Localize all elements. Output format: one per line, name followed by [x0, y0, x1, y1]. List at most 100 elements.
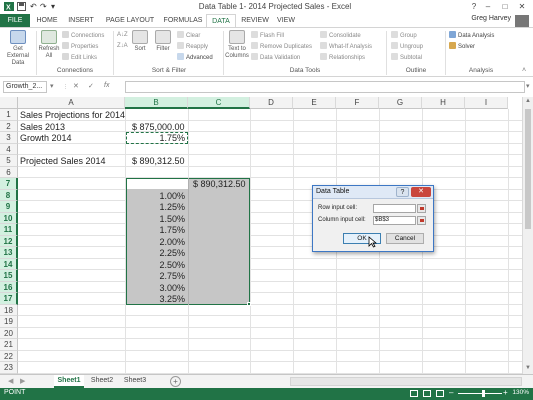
- sheet-tab-sheet3[interactable]: Sheet3: [120, 375, 150, 388]
- zoom-slider[interactable]: [458, 393, 502, 394]
- cell-b15[interactable]: 2.75%: [127, 271, 185, 282]
- row-header-13[interactable]: 13: [0, 247, 18, 259]
- solver-button[interactable]: Solver: [449, 42, 475, 52]
- cell-b8[interactable]: 1.00%: [127, 191, 185, 202]
- page-break-view-icon[interactable]: [436, 390, 444, 397]
- subtotal-button[interactable]: Subtotal: [391, 53, 422, 63]
- row-header-5[interactable]: 5: [0, 155, 18, 167]
- row-header-11[interactable]: 11: [0, 224, 18, 236]
- page-layout-view-icon[interactable]: [423, 390, 431, 397]
- tab-data[interactable]: DATA: [206, 14, 236, 27]
- row-header-14[interactable]: 14: [0, 258, 18, 270]
- undo-icon[interactable]: ↶: [30, 2, 37, 11]
- sort-desc-button[interactable]: Z↓A: [117, 42, 128, 51]
- row-header-2[interactable]: 2: [0, 120, 18, 132]
- consolidate-button[interactable]: Consolidate: [320, 31, 361, 41]
- cell-c7[interactable]: $ 890,312.50: [193, 179, 246, 190]
- cell-b14[interactable]: 2.50%: [127, 260, 185, 271]
- minimize-button[interactable]: –: [481, 1, 495, 12]
- sort-button[interactable]: Sort: [131, 30, 149, 53]
- data-analysis-button[interactable]: Data Analysis: [449, 31, 494, 41]
- cancel-button[interactable]: Cancel: [386, 233, 424, 244]
- row-input-field[interactable]: [373, 204, 416, 213]
- cancel-entry-icon[interactable]: ✕: [73, 82, 79, 90]
- tab-view[interactable]: VIEW: [274, 14, 298, 27]
- zoom-in-icon[interactable]: +: [503, 388, 508, 397]
- dialog-help-button[interactable]: ?: [396, 187, 409, 197]
- zoom-out-icon[interactable]: –: [449, 388, 453, 397]
- row-header-15[interactable]: 15: [0, 270, 18, 282]
- tab-page-layout[interactable]: PAGE LAYOUT: [101, 14, 159, 27]
- dialog-title-bar[interactable]: Data Table ? ✕: [313, 186, 433, 199]
- column-header-h[interactable]: H: [422, 97, 465, 109]
- row-header-6[interactable]: 6: [0, 166, 18, 178]
- reapply-button[interactable]: Reapply: [177, 42, 208, 52]
- filter-button[interactable]: Filter: [152, 30, 174, 53]
- row-header-8[interactable]: 8: [0, 189, 18, 201]
- save-icon[interactable]: [17, 2, 26, 13]
- row-header-17[interactable]: 17: [0, 293, 18, 305]
- row-header-20[interactable]: 20: [0, 327, 18, 339]
- relationships-button[interactable]: Relationships: [320, 53, 365, 63]
- group-button[interactable]: Group: [391, 31, 417, 41]
- tab-home[interactable]: HOME: [33, 14, 61, 27]
- name-box[interactable]: Growth_2...: [3, 81, 47, 93]
- tab-review[interactable]: REVIEW: [239, 14, 271, 27]
- cell-b13[interactable]: 2.25%: [127, 248, 185, 259]
- dialog-close-button[interactable]: ✕: [411, 187, 431, 197]
- name-box-dropdown-icon[interactable]: ▾: [50, 82, 54, 90]
- cell-b10[interactable]: 1.50%: [127, 214, 185, 225]
- row-header-18[interactable]: 18: [0, 304, 18, 316]
- edit-links-button[interactable]: Edit Links: [62, 53, 97, 63]
- next-sheet-icon[interactable]: ▶: [20, 377, 25, 385]
- row-input-collapse-icon[interactable]: [417, 204, 426, 213]
- column-header-e[interactable]: E: [293, 97, 336, 109]
- redo-icon[interactable]: ↷: [40, 2, 47, 11]
- cell-a1[interactable]: Sales Projections for 2014: [20, 110, 125, 121]
- column-input-field[interactable]: $B$3: [373, 216, 416, 225]
- cell-b12[interactable]: 2.00%: [127, 237, 185, 248]
- collapse-ribbon-icon[interactable]: ˄: [522, 67, 526, 74]
- row-header-21[interactable]: 21: [0, 339, 18, 351]
- connections-button[interactable]: Connections: [62, 31, 104, 41]
- column-header-c[interactable]: C: [188, 97, 250, 109]
- cell-b2[interactable]: $ 875,000.00: [132, 122, 185, 133]
- row-header-10[interactable]: 10: [0, 212, 18, 224]
- help-button[interactable]: ?: [467, 1, 481, 12]
- tab-formulas[interactable]: FORMULAS: [162, 14, 204, 27]
- row-header-19[interactable]: 19: [0, 316, 18, 328]
- clear-button[interactable]: Clear: [177, 31, 200, 41]
- text-to-columns-button[interactable]: Text to Columns: [225, 30, 249, 60]
- tab-file[interactable]: FILE: [0, 14, 30, 27]
- remove-duplicates-button[interactable]: Remove Duplicates: [251, 42, 312, 52]
- enter-entry-icon[interactable]: ✓: [88, 82, 94, 90]
- column-header-f[interactable]: F: [336, 97, 379, 109]
- get-external-data-button[interactable]: Get External Data: [2, 30, 34, 67]
- cell-a5[interactable]: Projected Sales 2014: [20, 156, 106, 167]
- zoom-slider-thumb[interactable]: [482, 390, 485, 397]
- scroll-up-icon[interactable]: ▲: [525, 98, 531, 104]
- vertical-scrollbar[interactable]: ▲ ▼: [522, 97, 533, 374]
- what-if-analysis-button[interactable]: What-If Analysis: [320, 42, 372, 52]
- cell-b17[interactable]: 3.25%: [127, 294, 185, 305]
- sheet-tab-sheet1[interactable]: Sheet1: [54, 375, 84, 388]
- column-header-b[interactable]: B: [125, 97, 188, 109]
- row-header-3[interactable]: 3: [0, 132, 18, 144]
- column-header-g[interactable]: G: [379, 97, 422, 109]
- cell-b3[interactable]: 1.75%: [127, 133, 185, 144]
- row-header-4[interactable]: 4: [0, 143, 18, 155]
- previous-sheet-icon[interactable]: ◀: [8, 377, 13, 385]
- insert-function-icon[interactable]: fx: [104, 82, 109, 89]
- formula-input[interactable]: [125, 81, 525, 93]
- avatar[interactable]: [515, 15, 529, 27]
- row-header-22[interactable]: 22: [0, 350, 18, 362]
- cell-a3[interactable]: Growth 2014: [20, 133, 72, 144]
- select-all-corner[interactable]: [0, 97, 18, 109]
- flash-fill-button[interactable]: Flash Fill: [251, 31, 284, 41]
- fill-handle[interactable]: [247, 302, 251, 306]
- customize-toolbar-icon[interactable]: ▾: [51, 2, 55, 11]
- column-input-collapse-icon[interactable]: [417, 216, 426, 225]
- scroll-down-icon[interactable]: ▼: [525, 365, 531, 371]
- refresh-all-button[interactable]: Refresh All: [38, 30, 60, 60]
- normal-view-icon[interactable]: [410, 390, 418, 397]
